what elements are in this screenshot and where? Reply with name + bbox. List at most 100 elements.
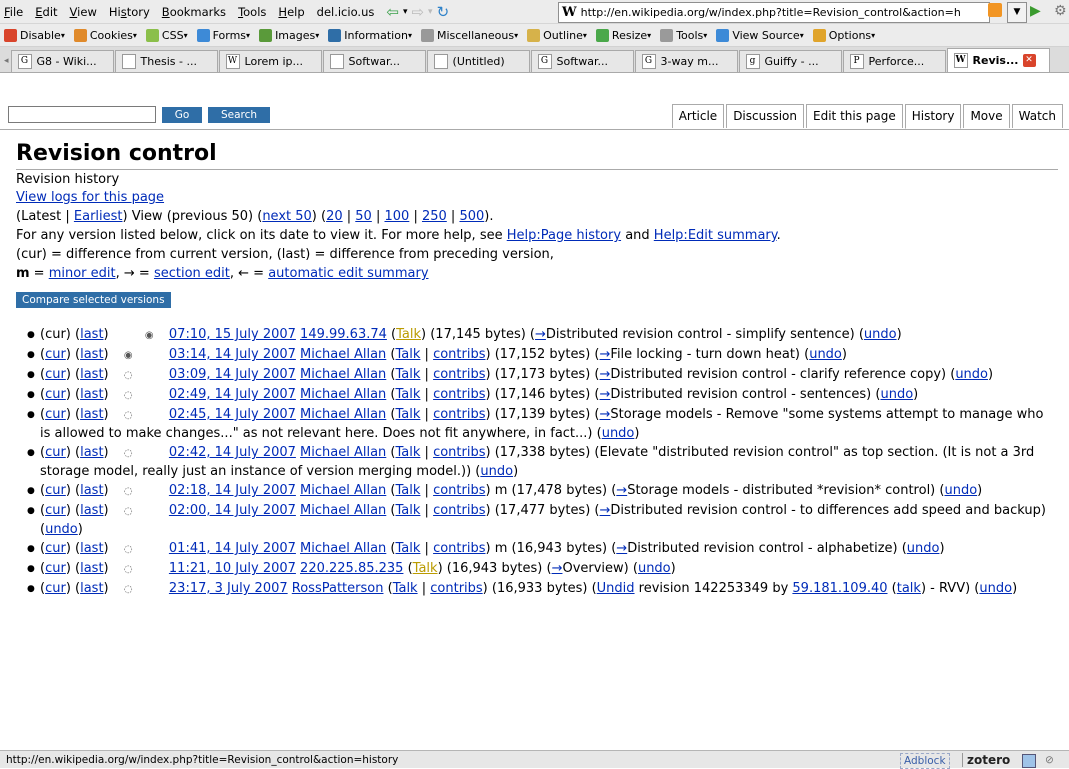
- section-arrow-link[interactable]: →: [535, 327, 546, 342]
- back-dropdown-icon[interactable]: ▾: [403, 7, 408, 17]
- section-arrow-link[interactable]: →: [600, 387, 611, 402]
- adblock-button[interactable]: Adblock: [900, 753, 950, 769]
- browser-tab[interactable]: W Revis... ✕: [946, 48, 1050, 72]
- menu-bookmarks[interactable]: Bookmarks: [162, 5, 226, 19]
- revision-date-link[interactable]: 03:14, 14 July 2007: [169, 347, 296, 362]
- cur-link[interactable]: cur: [45, 367, 66, 382]
- last-link[interactable]: last: [80, 503, 103, 518]
- tab-history[interactable]: History: [904, 104, 962, 129]
- talk-link[interactable]: talk: [897, 581, 921, 596]
- menu-delicious[interactable]: del.icio.us: [317, 5, 375, 19]
- revision-date-link[interactable]: 02:49, 14 July 2007: [169, 387, 296, 402]
- user-link[interactable]: Michael Allan: [300, 347, 386, 362]
- limit-100-link[interactable]: 100: [384, 209, 409, 224]
- last-link[interactable]: last: [80, 367, 103, 382]
- contribs-link[interactable]: contribs: [433, 387, 485, 402]
- section-arrow-link[interactable]: →: [600, 367, 611, 382]
- user-link[interactable]: Michael Allan: [300, 445, 386, 460]
- contribs-link[interactable]: contribs: [433, 367, 485, 382]
- user-link[interactable]: Michael Allan: [300, 387, 386, 402]
- last-link[interactable]: last: [80, 561, 103, 576]
- browser-tab[interactable]: g Guiffy - ...: [738, 50, 842, 72]
- url-dropdown-icon[interactable]: ▼: [1007, 2, 1027, 23]
- user-link[interactable]: 59.181.109.40: [792, 581, 887, 596]
- next-50-link[interactable]: next 50: [262, 209, 311, 224]
- devbar-item-forms[interactable]: Forms ▾: [196, 28, 250, 42]
- radio-old-icon[interactable]: ◌: [123, 503, 134, 521]
- last-link[interactable]: last: [80, 407, 103, 422]
- last-link[interactable]: last: [80, 581, 103, 596]
- menu-help[interactable]: Help: [278, 5, 304, 19]
- search-input[interactable]: [8, 106, 156, 123]
- section-arrow-link[interactable]: →: [600, 347, 611, 362]
- browser-tab[interactable]: W Lorem ip...: [218, 50, 322, 72]
- radio-old-icon[interactable]: ◌: [123, 387, 134, 405]
- radio-new-icon[interactable]: ◉: [144, 327, 155, 345]
- tab-article[interactable]: Article: [671, 104, 725, 128]
- radio-old-icon[interactable]: ◌: [123, 445, 134, 463]
- revision-date-link[interactable]: 23:17, 3 July 2007: [169, 581, 288, 596]
- menu-edit[interactable]: Edit: [35, 5, 57, 19]
- automatic-edit-summary-link[interactable]: automatic edit summary: [268, 266, 428, 281]
- talk-link[interactable]: Talk: [413, 561, 438, 576]
- section-arrow-link[interactable]: →: [600, 503, 611, 518]
- tab-discussion[interactable]: Discussion: [726, 104, 805, 128]
- contribs-link[interactable]: contribs: [433, 483, 485, 498]
- revision-date-link[interactable]: 02:00, 14 July 2007: [169, 503, 296, 518]
- contribs-link[interactable]: contribs: [433, 445, 485, 460]
- user-link[interactable]: Michael Allan: [300, 407, 386, 422]
- devbar-item-view-source[interactable]: View Source ▾: [716, 28, 804, 42]
- limit-20-link[interactable]: 20: [326, 209, 343, 224]
- devbar-item-tools[interactable]: Tools ▾: [660, 28, 707, 42]
- talk-link[interactable]: Talk: [396, 407, 421, 422]
- undo-link[interactable]: undo: [944, 483, 977, 498]
- last-link[interactable]: last: [80, 541, 103, 556]
- revision-date-link[interactable]: 02:18, 14 July 2007: [169, 483, 296, 498]
- undo-link[interactable]: undo: [880, 387, 913, 402]
- cur-link[interactable]: cur: [45, 347, 66, 362]
- menu-file[interactable]: File: [4, 5, 23, 19]
- user-link[interactable]: Michael Allan: [300, 483, 386, 498]
- devbar-item-images[interactable]: Images ▾: [259, 28, 319, 42]
- menu-tools[interactable]: Tools: [238, 5, 266, 19]
- last-link[interactable]: last: [80, 445, 103, 460]
- devbar-item-resize[interactable]: Resize ▾: [595, 28, 651, 42]
- cur-link[interactable]: cur: [45, 387, 66, 402]
- browser-tab[interactable]: Thesis - ...: [114, 50, 218, 72]
- user-link[interactable]: Michael Allan: [300, 541, 386, 556]
- limit-50-link[interactable]: 50: [355, 209, 372, 224]
- tab-move[interactable]: Move: [963, 104, 1010, 128]
- talk-link[interactable]: Talk: [396, 367, 421, 382]
- revision-date-link[interactable]: 03:09, 14 July 2007: [169, 367, 296, 382]
- menu-view[interactable]: View: [70, 5, 97, 19]
- user-link[interactable]: Michael Allan: [300, 367, 386, 382]
- help-edit-summary-link[interactable]: Help:Edit summary: [654, 228, 777, 243]
- talk-link[interactable]: Talk: [396, 503, 421, 518]
- devbar-item-miscellaneous[interactable]: Miscellaneous ▾: [420, 28, 518, 42]
- undo-link[interactable]: undo: [602, 426, 635, 441]
- tab-edit-this-page[interactable]: Edit this page: [806, 104, 903, 128]
- last-link[interactable]: last: [80, 387, 103, 402]
- cur-link[interactable]: cur: [45, 541, 66, 556]
- contribs-link[interactable]: contribs: [433, 503, 485, 518]
- radio-old-icon[interactable]: ◉: [123, 347, 134, 365]
- revision-date-link[interactable]: 11:21, 10 July 2007: [169, 561, 296, 576]
- radio-old-icon[interactable]: ◌: [123, 407, 134, 425]
- devbar-item-information[interactable]: Information ▾: [328, 28, 412, 42]
- devbar-item-outline[interactable]: Outline ▾: [527, 28, 587, 42]
- cur-link[interactable]: cur: [45, 561, 66, 576]
- browser-tab[interactable]: Softwar...: [322, 50, 426, 72]
- user-link[interactable]: 220.225.85.235: [300, 561, 403, 576]
- search-engine-icon[interactable]: ⚙: [1054, 3, 1067, 19]
- contribs-link[interactable]: contribs: [433, 541, 485, 556]
- search-button[interactable]: Search: [208, 107, 270, 123]
- revision-date-link[interactable]: 01:41, 14 July 2007: [169, 541, 296, 556]
- section-arrow-link[interactable]: →: [600, 407, 611, 422]
- section-edit-link[interactable]: section edit: [154, 266, 230, 281]
- talk-link[interactable]: Talk: [396, 541, 421, 556]
- devbar-item-cookies[interactable]: Cookies ▾: [73, 28, 137, 42]
- rss-feed-icon[interactable]: [988, 3, 1002, 17]
- undo-link[interactable]: undo: [480, 464, 513, 479]
- zotero-button[interactable]: zotero: [962, 753, 1010, 767]
- cur-link[interactable]: cur: [45, 581, 66, 596]
